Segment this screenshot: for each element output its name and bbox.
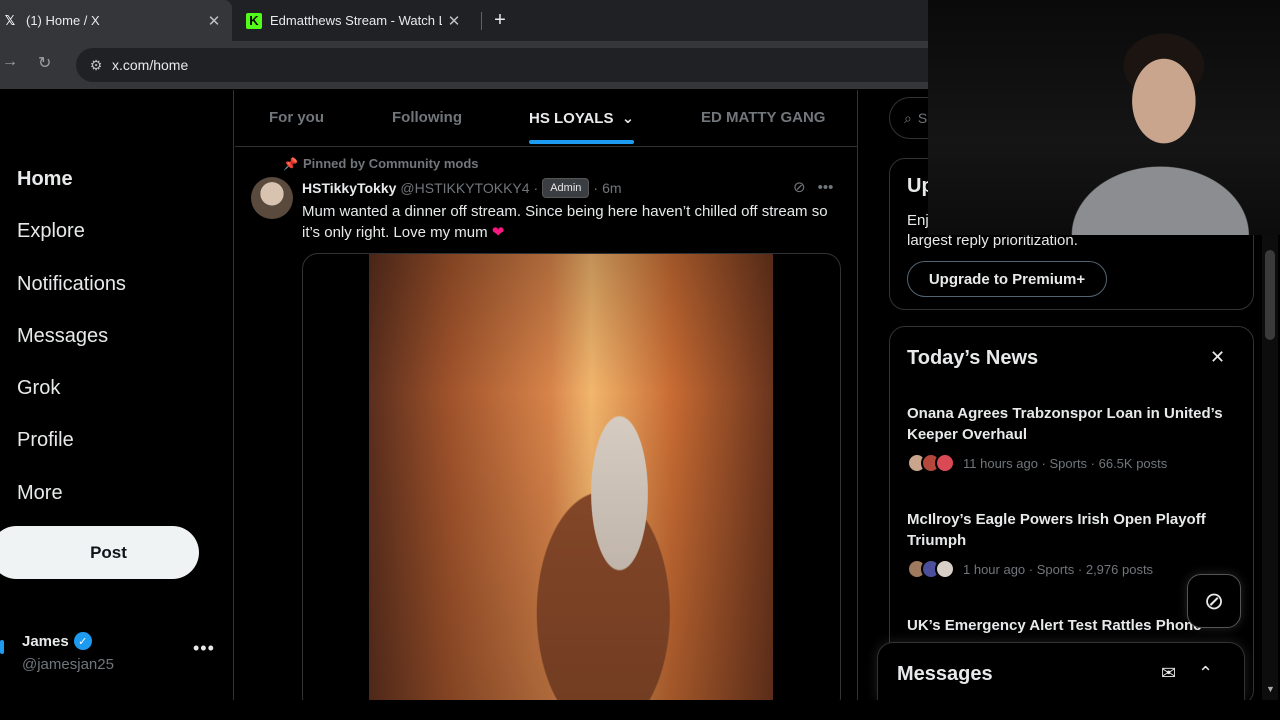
pin-icon: 📌: [283, 156, 298, 171]
left-navigation: Home Explore Notifications Messages Grok…: [0, 90, 234, 700]
forward-icon[interactable]: →: [2, 53, 18, 71]
post-button[interactable]: Post: [0, 526, 199, 579]
tab-for-you[interactable]: For you: [269, 109, 324, 126]
avatar[interactable]: [251, 177, 293, 219]
close-tab-icon[interactable]: ✕: [202, 12, 226, 30]
news-title: Today’s News: [907, 347, 1039, 369]
post-body: Mum wanted a dinner off stream. Since be…: [302, 201, 842, 243]
tab-separator: [481, 12, 482, 30]
tab-hs-loyals-label: HS LOYALS: [529, 110, 614, 127]
site-settings-icon[interactable]: ⚙: [82, 57, 110, 74]
news-meta-row: 1 hour ago · Sports · 2,976 posts: [907, 559, 1237, 579]
bottom-strip: [0, 700, 1280, 720]
tab-home-x[interactable]: 𝕏 (1) Home / X ✕: [0, 0, 232, 41]
browser-tab-bar: 𝕏 (1) Home / X ✕ K Edmatthews Stream - W…: [0, 0, 928, 41]
account-handle: @jamesjan25: [22, 656, 114, 673]
tab-following[interactable]: Following: [392, 109, 462, 126]
chevron-down-icon: ⌄: [621, 110, 635, 127]
search-icon: ⌕: [904, 109, 912, 126]
news-meta: 11 hours ago · Sports · 66.5K posts: [963, 455, 1168, 471]
nav-messages[interactable]: Messages: [17, 325, 108, 348]
news-headline: McIlroy’s Eagle Powers Irish Open Playof…: [907, 511, 1206, 549]
nav-explore[interactable]: Explore: [17, 220, 85, 243]
url-text: x.com/home: [112, 57, 189, 73]
post-timestamp[interactable]: 6m: [602, 180, 621, 196]
search-placeholder: S: [917, 110, 928, 126]
news-item[interactable]: McIlroy’s Eagle Powers Irish Open Playof…: [907, 509, 1237, 579]
grok-analyze-icon[interactable]: ⊘: [793, 178, 806, 196]
nav-profile[interactable]: Profile: [17, 429, 74, 452]
heart-emoji-icon: ❤: [491, 224, 505, 241]
nav-more[interactable]: More: [17, 482, 63, 505]
news-headline: Onana Agrees Trabzonspor Loan in United’…: [907, 405, 1223, 443]
avatar-stack: [907, 453, 955, 473]
close-tab-icon[interactable]: ✕: [442, 12, 466, 30]
admin-badge: Admin: [542, 178, 590, 198]
tab-title: Edmatthews Stream - Watch Live: [270, 13, 442, 28]
verified-badge-icon: ✓: [73, 632, 92, 650]
new-message-icon[interactable]: ✉: [1161, 663, 1176, 684]
post-video[interactable]: [302, 253, 841, 700]
reload-icon[interactable]: ↻: [38, 53, 51, 73]
nav-notifications[interactable]: Notifications: [17, 273, 126, 296]
pinned-label: Pinned by Community mods: [303, 156, 479, 171]
post-author-handle[interactable]: @HSTIKKYTOKKY4: [400, 180, 529, 196]
tab-title: (1) Home / X: [26, 13, 100, 28]
nav-grok[interactable]: Grok: [17, 377, 60, 400]
post-text: Mum wanted a dinner off stream. Since be…: [302, 203, 828, 241]
tab-ed-matty-gang[interactable]: ED MATTY GANG: [701, 109, 825, 126]
close-icon[interactable]: ✕: [1210, 347, 1225, 368]
tab-hs-loyals[interactable]: HS LOYALS ⌄: [529, 109, 634, 127]
nav-home[interactable]: Home: [17, 168, 73, 191]
separator-dot: ·: [593, 180, 599, 196]
post-author-name[interactable]: HSTikkyTokky: [302, 180, 396, 196]
grok-icon[interactable]: ⊘: [1187, 574, 1241, 628]
post-header: HSTikkyTokky @HSTIKKYTOKKY4 · Admin · 6m: [302, 178, 622, 198]
news-meta: 1 hour ago · Sports · 2,976 posts: [963, 561, 1154, 577]
news-item[interactable]: Onana Agrees Trabzonspor Loan in United’…: [907, 403, 1237, 473]
avatar-stack: [907, 559, 955, 579]
new-tab-icon[interactable]: +: [488, 8, 512, 32]
x-logo-icon: 𝕏: [4, 12, 16, 28]
news-meta-row: 11 hours ago · Sports · 66.5K posts: [907, 453, 1237, 473]
messages-drawer[interactable]: Messages ✉ ⌃: [877, 642, 1245, 700]
upgrade-premium-button[interactable]: Upgrade to Premium+: [907, 261, 1107, 297]
avatar-edge: [0, 640, 4, 654]
messages-title: Messages: [897, 663, 993, 685]
main-timeline: For you Following HS LOYALS ⌄ ED MATTY G…: [235, 90, 858, 700]
webcam-overlay: [928, 0, 1280, 235]
active-tab-indicator: [529, 140, 634, 144]
separator-dot: ·: [533, 180, 539, 196]
omnibox[interactable]: ⚙ x.com/home: [76, 48, 928, 82]
address-bar: → ↻ ⚙ x.com/home: [0, 41, 928, 89]
account-switcher[interactable]: James ✓ @jamesjan25 •••: [0, 620, 234, 680]
video-frame: [369, 254, 773, 700]
scroll-down-icon[interactable]: ▼: [1266, 684, 1275, 694]
community-tabs: For you Following HS LOYALS ⌄ ED MATTY G…: [235, 90, 857, 147]
scrollbar-thumb[interactable]: [1265, 250, 1275, 340]
more-options-icon[interactable]: •••: [818, 179, 834, 196]
more-options-icon[interactable]: •••: [193, 638, 215, 659]
kick-logo-icon: K: [246, 12, 262, 29]
tab-edmatthews-stream[interactable]: K Edmatthews Stream - Watch Live ✕: [240, 0, 472, 41]
account-name-row: James ✓: [22, 632, 92, 650]
post-actions: ⊘ •••: [793, 178, 834, 197]
expand-icon[interactable]: ⌃: [1198, 663, 1213, 684]
account-name: James: [22, 632, 69, 650]
pinned-indicator: 📌 Pinned by Community mods: [283, 156, 479, 171]
